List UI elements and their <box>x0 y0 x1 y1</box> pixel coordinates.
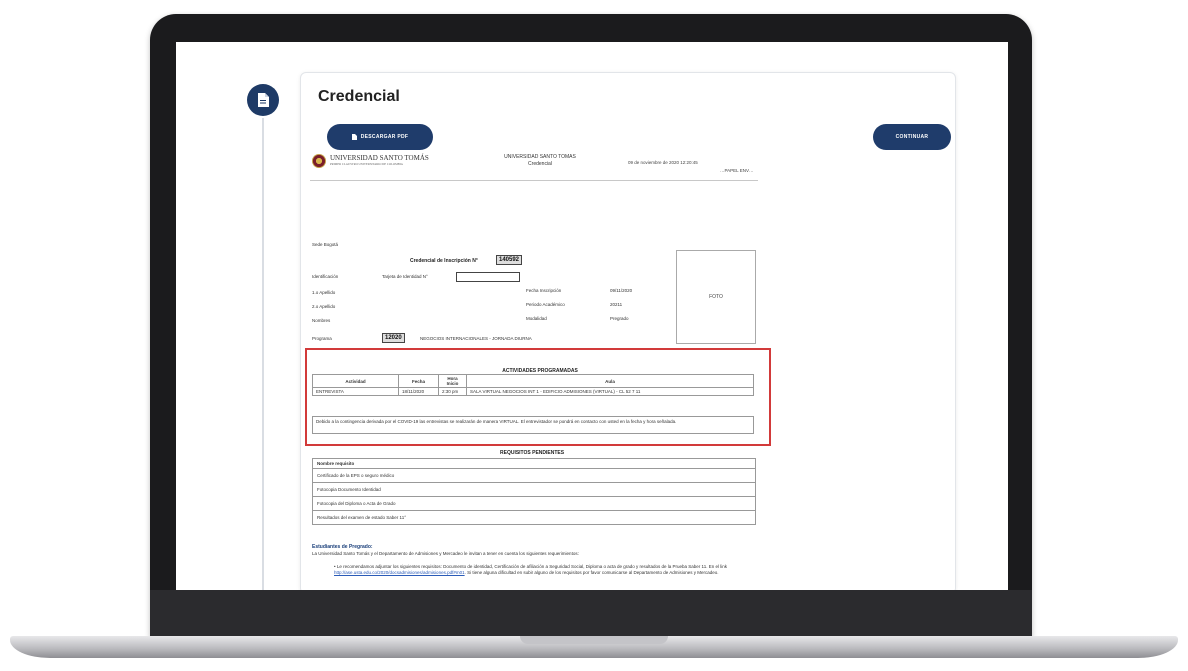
pregrado-bullet: • Le recomendamos adjuntar los siguiente… <box>334 564 727 575</box>
activities-table: Actividad Fecha Hora Inicio Aula ENTREVI… <box>312 374 754 396</box>
divider <box>310 180 758 181</box>
table-row: Resultados del examen de estado Saber 11… <box>312 510 756 525</box>
id-type: Tarjeta de Identidad N° <box>382 274 428 279</box>
id-field <box>456 272 520 282</box>
programa-name: NEGOCIOS INTERNACIONALES - JORNADA DIURN… <box>420 336 532 341</box>
fecha-insc-label: Fecha Inscripción <box>526 288 562 293</box>
photo-box: FOTO <box>676 250 756 344</box>
university-logo: UNIVERSIDAD SANTO TOMÁS PRIMER CLAUSTRO … <box>330 154 429 166</box>
apellido2-label: 2.o Apellido <box>312 304 336 309</box>
requirements-link[interactable]: http://ase.usta.edu.co/2020/docsadmision… <box>334 570 465 575</box>
screen: Credencial DESCARGAR PDF CONTINUAR UNIVE… <box>176 42 1008 590</box>
page-title: Credencial <box>318 88 400 105</box>
document-icon <box>351 134 357 140</box>
doc-subtitle: Credencial <box>528 161 552 167</box>
cred-label: Credencial de Inscripción N° <box>410 258 478 264</box>
nombres-label: Nombres <box>312 318 331 323</box>
laptop-bezel <box>150 590 1032 638</box>
doc-university: UNIVERSIDAD SANTO TOMAS <box>504 154 576 160</box>
fecha-insc: 09/11/2020 <box>610 288 633 293</box>
table-row: Certificado de la EPS o seguro médico <box>312 468 756 483</box>
sidebar-rail <box>262 118 264 590</box>
col-header: Aula <box>466 374 754 388</box>
sede: Sede Bogotá <box>312 242 339 247</box>
requirements-header: Nombre requisito <box>312 458 756 469</box>
cred-number: 140592 <box>496 255 523 265</box>
activities-note: Debido a la contingencia derivada por el… <box>312 416 754 434</box>
laptop-notch <box>520 636 668 644</box>
pregrado-intro: La Universidad Santo Tomás y el Departam… <box>312 551 579 556</box>
identificacion-label: Identificación <box>312 274 339 279</box>
programa-code: 12020 <box>382 333 405 343</box>
table-row: Fotocopia Documento Identidad <box>312 482 756 497</box>
requirements-table: Nombre requisito Certificado de la EPS o… <box>312 458 756 525</box>
continue-button[interactable]: CONTINUAR <box>873 124 951 150</box>
programa-label: Programa <box>312 336 332 341</box>
university-logo-icon <box>312 154 326 168</box>
cell-fecha: 18/11/2020 <box>398 387 439 396</box>
doc-cut-text: …PAPEL ENV… <box>720 168 754 173</box>
cell-actividad: ENTREVISTA <box>312 387 399 396</box>
periodo: 20211 <box>610 302 623 307</box>
requirements-title: REQUISITOS PENDIENTES <box>500 450 565 456</box>
pregrado-title: Estudiantes de Pregrado: <box>312 544 373 550</box>
document-icon-button[interactable] <box>247 84 279 116</box>
col-header: Fecha <box>398 374 439 388</box>
modalidad: Pregrado <box>610 316 629 321</box>
col-header: Hora Inicio <box>438 374 467 388</box>
table-row: ENTREVISTA 18/11/2020 2:30 pm SALA VIRTU… <box>312 387 754 396</box>
credential-document: UNIVERSIDAD SANTO TOMÁS PRIMER CLAUSTRO … <box>300 152 780 590</box>
table-row: Fotocopia del Diploma o Acta de Grado <box>312 496 756 511</box>
periodo-label: Periodo Académico <box>526 302 565 307</box>
cell-hora: 2:30 pm <box>438 387 467 396</box>
col-header: Actividad <box>312 374 399 388</box>
download-pdf-button[interactable]: DESCARGAR PDF <box>327 124 433 150</box>
download-pdf-label: DESCARGAR PDF <box>360 134 409 140</box>
apellido1-label: 1.o Apellido <box>312 290 336 295</box>
cell-aula: SALA VIRTUAL NEGOCIOS INT 1 - EDIFICIO A… <box>466 387 754 396</box>
modalidad-label: Modalidad <box>526 316 547 321</box>
document-icon <box>258 93 269 107</box>
doc-date: 09 de noviembre de 2020 12:20:45 <box>628 160 698 165</box>
